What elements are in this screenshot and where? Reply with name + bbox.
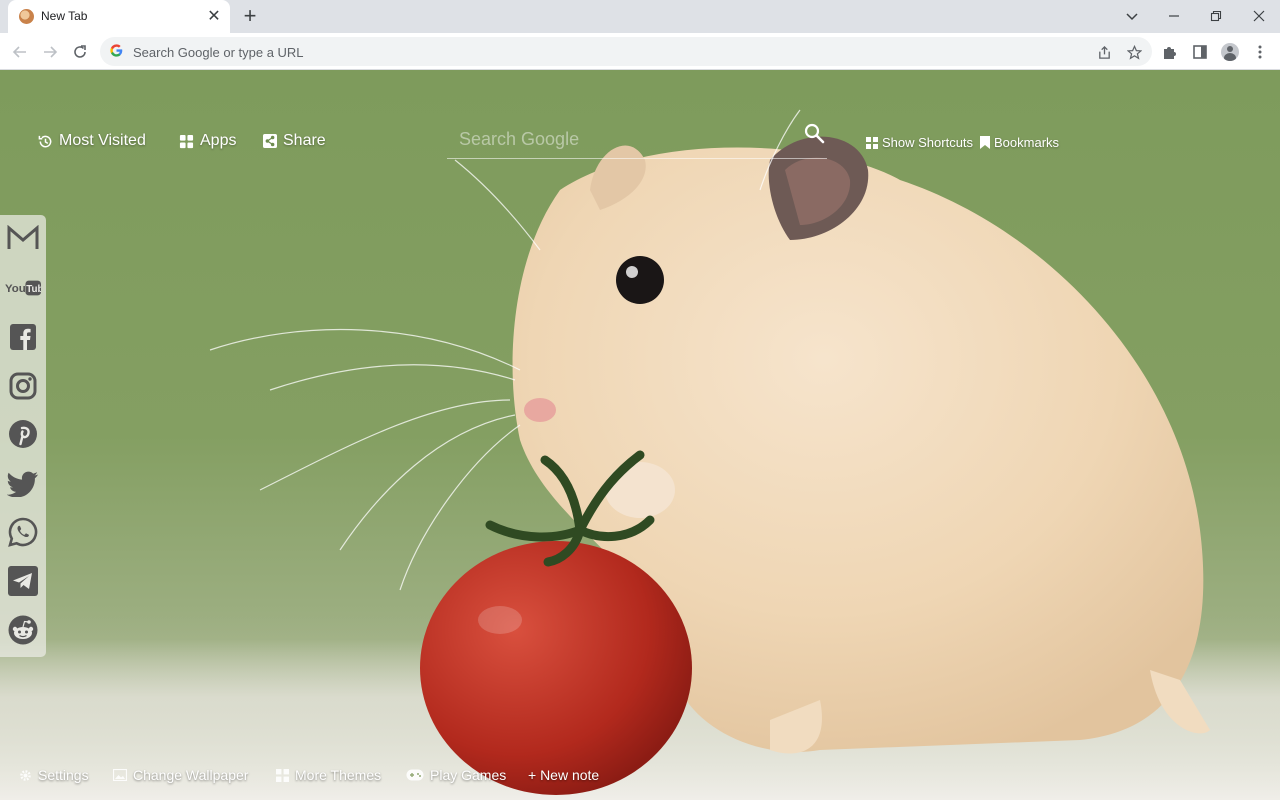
menu-button[interactable] (1247, 39, 1273, 65)
youtube-icon: You Tube (5, 280, 41, 296)
arrow-right-icon (44, 46, 58, 58)
apps-link[interactable]: Apps (179, 132, 236, 150)
sidebar-item-twitter[interactable] (5, 467, 41, 501)
back-button[interactable] (7, 39, 33, 65)
google-g-icon (110, 44, 123, 60)
facebook-icon (10, 324, 36, 350)
bookmarks-label: Bookmarks (994, 135, 1060, 150)
reload-button[interactable] (67, 39, 93, 65)
most-visited-label: Most Visited (59, 132, 146, 149)
image-icon (113, 769, 127, 781)
bookmark-star-icon[interactable] (1123, 41, 1145, 63)
grid-icon (276, 768, 289, 782)
search-box (447, 120, 827, 159)
share-icon (263, 134, 277, 148)
change-wallpaper-label: Change Wallpaper (133, 767, 249, 783)
svg-text:You: You (5, 283, 26, 295)
side-panel-icon (1193, 45, 1207, 59)
sidebar-item-pinterest[interactable] (5, 417, 41, 451)
sidebar-item-youtube[interactable]: You Tube (5, 271, 41, 305)
extensions-button[interactable] (1157, 39, 1183, 65)
settings-link[interactable]: Settings (19, 767, 89, 783)
gamepad-icon (406, 769, 424, 781)
share-page-icon[interactable] (1093, 41, 1115, 63)
reload-icon (74, 45, 86, 58)
minimize-button[interactable] (1160, 4, 1188, 28)
omnibox[interactable] (100, 37, 1152, 68)
tab-favicon-icon (19, 9, 34, 24)
pinterest-icon (9, 420, 37, 448)
avatar (1221, 43, 1239, 61)
more-themes-link[interactable]: More Themes (276, 767, 381, 783)
minimize-icon (1169, 15, 1179, 17)
tab-search-button[interactable] (1118, 4, 1146, 28)
show-shortcuts-link[interactable]: Show Shortcuts (866, 135, 973, 150)
new-note-label: + New note (528, 767, 600, 783)
sidebar-item-facebook[interactable] (5, 320, 41, 354)
social-sidebar: You Tube (0, 215, 46, 657)
hamster-wallpaper (0, 109, 1280, 800)
gear-icon (20, 769, 31, 781)
share-link[interactable]: Share (263, 132, 326, 150)
bookmark-icon (980, 136, 990, 149)
puzzle-icon (1164, 47, 1176, 59)
sidebar-item-reddit[interactable] (5, 613, 41, 647)
close-icon (1253, 10, 1265, 22)
more-themes-label: More Themes (295, 767, 382, 783)
side-panel-button[interactable] (1187, 39, 1213, 65)
reddit-icon (8, 615, 38, 645)
instagram-icon (9, 372, 37, 400)
grid-icon (179, 134, 194, 148)
search-input[interactable] (457, 124, 791, 154)
share-label: Share (283, 132, 326, 149)
new-tab-button[interactable]: + (238, 3, 262, 28)
twitter-icon (7, 471, 38, 497)
settings-label: Settings (38, 767, 89, 783)
tab-close-button[interactable]: ✕ (204, 6, 224, 26)
change-wallpaper-link[interactable]: Change Wallpaper (113, 767, 248, 783)
bookmarks-link[interactable]: Bookmarks (980, 135, 1059, 150)
tab-title: New Tab (41, 9, 88, 23)
history-icon (38, 135, 52, 147)
chevron-down-icon (1126, 13, 1138, 21)
active-tab[interactable]: New Tab ✕ (8, 0, 230, 33)
whatsapp-icon (8, 517, 38, 547)
forward-button[interactable] (37, 39, 63, 65)
telegram-icon (8, 566, 38, 596)
search-icon[interactable] (803, 122, 827, 146)
new-note-link[interactable]: + New note (528, 767, 599, 783)
apps-label: Apps (200, 132, 237, 149)
new-tab-page: Most Visited Apps Share Show Shortcuts B… (0, 70, 1280, 800)
close-window-button[interactable] (1245, 4, 1273, 28)
address-input[interactable] (131, 37, 1075, 68)
sidebar-item-gmail[interactable] (5, 221, 41, 255)
show-shortcuts-label: Show Shortcuts (882, 135, 974, 150)
sidebar-item-whatsapp[interactable] (5, 515, 41, 549)
most-visited-link[interactable]: Most Visited (38, 132, 146, 150)
play-games-link[interactable]: Play Games (406, 767, 506, 783)
restore-button[interactable] (1202, 4, 1230, 28)
sidebar-item-telegram[interactable] (5, 564, 41, 598)
restore-icon (1210, 10, 1222, 22)
arrow-left-icon (12, 46, 26, 58)
gmail-icon (7, 225, 39, 249)
kebab-menu-icon (1258, 45, 1262, 59)
svg-text:Tube: Tube (26, 284, 41, 295)
tab-strip: New Tab ✕ + (0, 0, 1280, 33)
play-games-label: Play Games (430, 767, 507, 783)
profile-button[interactable] (1217, 39, 1243, 65)
grid-icon (866, 136, 878, 149)
sidebar-item-instagram[interactable] (5, 369, 41, 403)
browser-toolbar (0, 33, 1280, 70)
